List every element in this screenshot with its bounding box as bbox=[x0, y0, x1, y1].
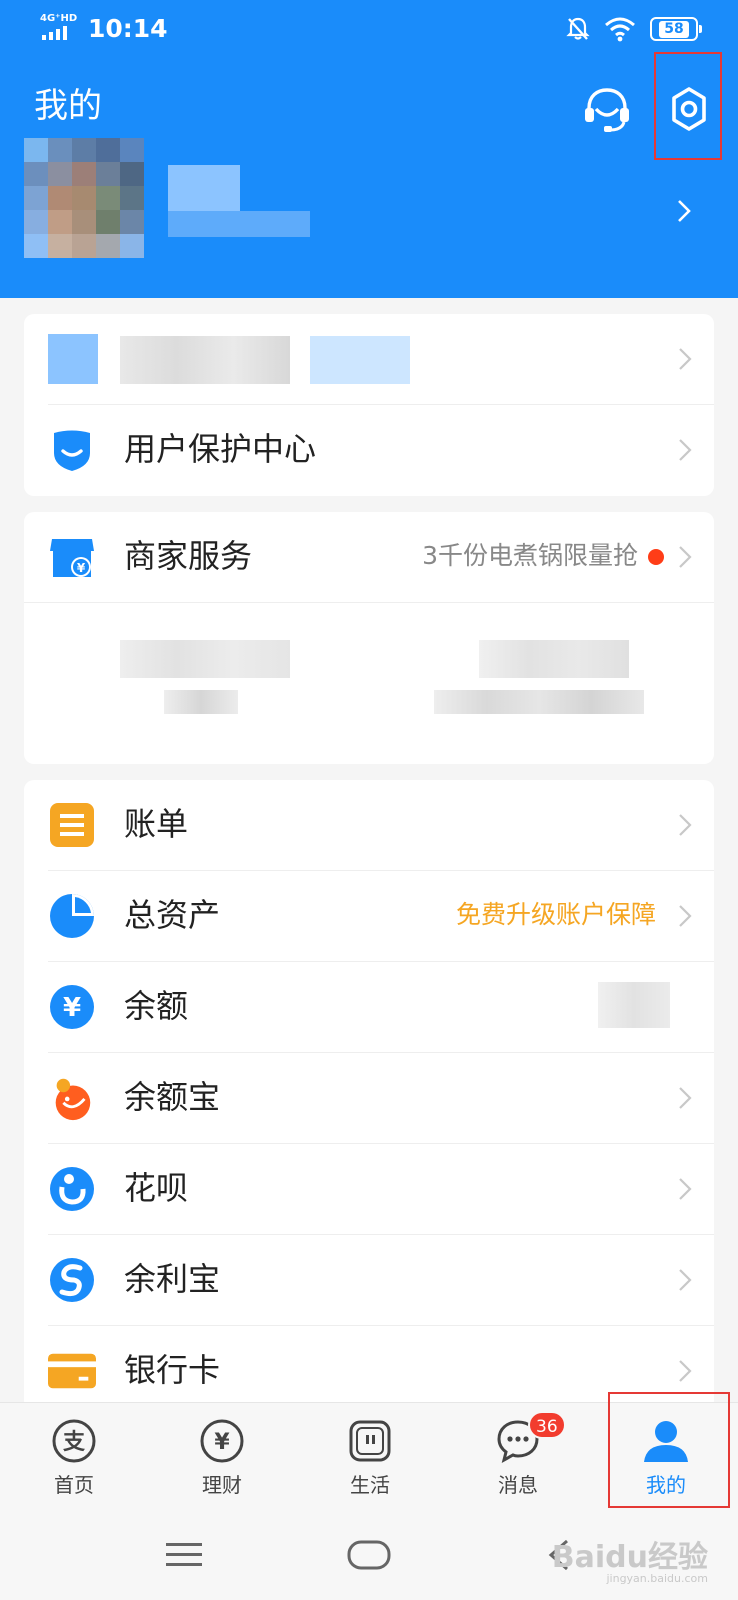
tab-highlight-box bbox=[608, 1392, 730, 1508]
list-item-label: 商家服务 bbox=[124, 537, 253, 575]
pie-chart-icon bbox=[50, 894, 94, 938]
tab-label: 理财 bbox=[202, 1473, 242, 1497]
list-item-yulibao[interactable]: 余利宝 bbox=[24, 1235, 714, 1325]
chevron-right-icon bbox=[679, 439, 692, 461]
yuan-icon: ¥ bbox=[50, 985, 94, 1029]
svg-text:¥: ¥ bbox=[214, 1430, 230, 1455]
list-item-label: 余利宝 bbox=[124, 1260, 221, 1298]
notification-dot bbox=[648, 549, 664, 565]
signal-icon bbox=[42, 26, 67, 40]
list-item-label: 花呗 bbox=[124, 1169, 189, 1207]
tab-finance[interactable]: ¥ 理财 bbox=[148, 1403, 296, 1511]
list-item-label: 账单 bbox=[124, 805, 189, 843]
chevron-right-icon bbox=[679, 905, 692, 927]
account-info-blurred bbox=[48, 334, 98, 384]
username-blurred[interactable] bbox=[168, 165, 310, 237]
yuebao-icon bbox=[55, 1078, 91, 1121]
watermark-text: Baidu经验 bbox=[551, 1540, 708, 1575]
tab-home[interactable]: 支 首页 bbox=[0, 1403, 148, 1511]
list-item-label: 余额 bbox=[124, 987, 189, 1025]
shop-icon: ¥ bbox=[50, 539, 94, 577]
svg-text:¥: ¥ bbox=[63, 993, 81, 1023]
promo-text: 免费升级账户保障 bbox=[455, 900, 656, 929]
promo-text: 3千份电煮锅限量抢 bbox=[422, 541, 638, 570]
list-item-balance[interactable]: ¥ 余额 bbox=[24, 962, 714, 1052]
balance-amount-blurred bbox=[598, 982, 670, 1028]
list-item-yuebao[interactable]: 余额宝 bbox=[24, 1053, 714, 1143]
network-label: 4G⁺HD bbox=[40, 13, 78, 24]
network-indicator: 4G⁺HD bbox=[40, 14, 78, 42]
battery-indicator: 58 bbox=[650, 17, 702, 41]
merchant-info-blurred bbox=[120, 640, 290, 678]
tab-life[interactable]: 生活 bbox=[296, 1403, 444, 1511]
battery-level: 58 bbox=[659, 20, 689, 38]
page-title: 我的 bbox=[34, 86, 102, 126]
list-item-merchant-services[interactable]: ¥ 商家服务 3千份电煮锅限量抢 bbox=[24, 512, 714, 602]
finance-icon: ¥ bbox=[200, 1419, 244, 1463]
headset-icon bbox=[585, 88, 629, 132]
list-item-total-assets[interactable]: 总资产 免费升级账户保障 bbox=[24, 871, 714, 961]
bill-icon bbox=[50, 803, 94, 847]
home-pill-icon bbox=[347, 1540, 391, 1570]
chevron-right-icon bbox=[679, 1360, 692, 1382]
menu-nav-button[interactable] bbox=[154, 1530, 214, 1580]
list-item-label: 总资产 bbox=[124, 896, 221, 934]
system-nav-bar: Baidu经验 jingyan.baidu.com bbox=[0, 1510, 738, 1600]
menu-icon bbox=[166, 1543, 202, 1566]
account-row[interactable] bbox=[24, 314, 714, 404]
svg-text:支: 支 bbox=[63, 1430, 86, 1455]
status-time: 10:14 bbox=[88, 14, 168, 43]
chevron-right-icon bbox=[679, 1178, 692, 1200]
list-item-label: 余额宝 bbox=[124, 1078, 221, 1116]
chevron-right-icon bbox=[679, 546, 692, 568]
customer-service-button[interactable] bbox=[580, 82, 634, 136]
alipay-home-icon: 支 bbox=[52, 1419, 96, 1463]
merchant-card: ¥ 商家服务 3千份电煮锅限量抢 bbox=[24, 512, 714, 764]
chevron-right-icon bbox=[679, 1087, 692, 1109]
shield-icon bbox=[54, 430, 90, 471]
wifi-icon bbox=[605, 17, 635, 42]
mute-bell-icon bbox=[566, 17, 590, 40]
avatar[interactable] bbox=[24, 138, 144, 258]
status-bar: 4G⁺HD 10:14 58 bbox=[0, 0, 738, 56]
list-item-label: 用户保护中心 bbox=[124, 430, 317, 468]
settings-highlight-box bbox=[654, 52, 722, 160]
yulibao-icon bbox=[50, 1258, 94, 1302]
chevron-right-icon bbox=[679, 814, 692, 836]
chevron-right-icon bbox=[679, 1269, 692, 1291]
life-icon bbox=[349, 1420, 391, 1462]
tab-label: 首页 bbox=[54, 1473, 94, 1497]
list-item-huabei[interactable]: 花呗 bbox=[24, 1144, 714, 1234]
svg-text:¥: ¥ bbox=[77, 561, 86, 575]
chevron-right-icon[interactable] bbox=[676, 198, 692, 224]
list-item-bill[interactable]: 账单 bbox=[24, 780, 714, 870]
list-item-label: 银行卡 bbox=[124, 1351, 221, 1389]
tab-messages[interactable]: 36 消息 bbox=[444, 1403, 592, 1511]
chevron-right-icon bbox=[679, 348, 692, 370]
list-item-user-protection[interactable]: 用户保护中心 bbox=[24, 405, 714, 495]
account-card: 用户保护中心 bbox=[24, 314, 714, 496]
tab-label: 生活 bbox=[350, 1473, 390, 1497]
header: 4G⁺HD 10:14 58 我的 bbox=[0, 0, 738, 298]
tab-label: 消息 bbox=[498, 1473, 538, 1497]
watermark: Baidu经验 jingyan.baidu.com bbox=[552, 1532, 708, 1585]
bank-card-icon bbox=[48, 1353, 96, 1389]
home-nav-button[interactable] bbox=[339, 1530, 399, 1580]
huabei-icon bbox=[50, 1167, 94, 1211]
unread-badge: 36 bbox=[528, 1411, 566, 1439]
asset-list-card: 账单 总资产 免费升级账户保障 ¥ 余额 余额宝 花呗 余利宝 银行卡 bbox=[24, 780, 714, 1410]
